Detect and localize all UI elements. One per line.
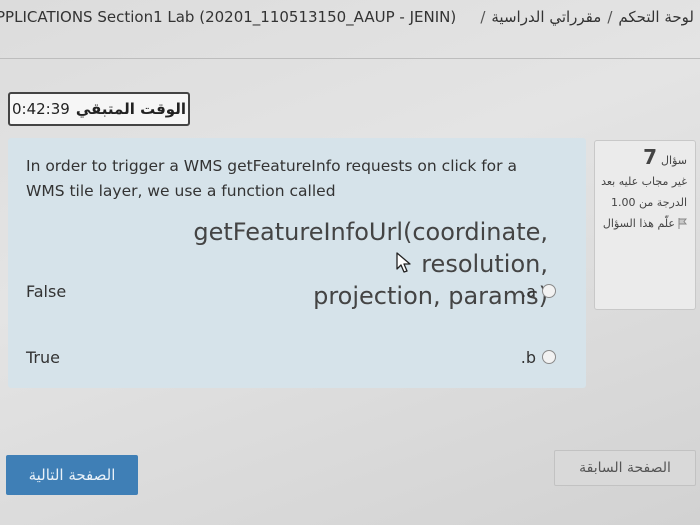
previous-page-button[interactable]: الصفحة السابقة	[554, 450, 696, 486]
breadcrumb-separator: /	[607, 8, 613, 26]
header-divider	[0, 58, 700, 59]
answer-selector: .a	[521, 282, 556, 301]
breadcrumb-parents: / مقرراتي الدراسية / لوحة التحكم	[474, 8, 694, 26]
question-number-label: سؤال	[661, 154, 687, 167]
breadcrumb-dashboard-link[interactable]: لوحة التحكم	[618, 8, 694, 26]
question-number: سؤال7	[601, 147, 687, 169]
flag-icon	[678, 218, 687, 229]
question-info-panel: سؤال7 غير مجاب عليه بعد الدرجة من 1.00 ع…	[594, 140, 696, 310]
answer-letter: .a	[521, 281, 536, 301]
question-text: In order to trigger a WMS getFeatureInfo…	[26, 157, 517, 200]
answer-option-a[interactable]: False .a	[26, 278, 556, 304]
radio-button-a[interactable]	[542, 284, 556, 298]
breadcrumb: PPLICATIONS Section1 Lab (20201_11051315…	[0, 0, 700, 34]
question-panel: In order to trigger a WMS getFeatureInfo…	[8, 138, 586, 388]
answer-letter: .b	[520, 347, 536, 367]
question-grade: الدرجة من 1.00	[611, 196, 687, 209]
radio-button-b[interactable]	[542, 350, 556, 364]
time-remaining-value: 0:42:39	[12, 100, 70, 118]
breadcrumb-separator: /	[480, 8, 486, 26]
question-code-line-1: getFeatureInfoUrl(coordinate, resolution…	[193, 218, 548, 278]
question-number-value: 7	[643, 145, 658, 169]
next-page-button[interactable]: الصفحة التالية	[6, 455, 138, 495]
mouse-pointer-icon	[396, 252, 411, 273]
answer-text: True	[26, 347, 60, 367]
answer-selector: .b	[521, 348, 556, 367]
flag-question-label: علّم هذا السؤال	[602, 217, 675, 230]
time-remaining-label: الوقت المتبقي	[75, 100, 186, 118]
time-remaining-box: 0:42:39 الوقت المتبقي	[8, 92, 190, 126]
answer-option-b[interactable]: True .b	[26, 344, 556, 370]
flag-question-link[interactable]: علّم هذا السؤال	[601, 215, 687, 232]
question-status: غير مجاب عليه بعد	[601, 175, 687, 188]
answer-text: False	[26, 281, 67, 301]
breadcrumb-course-link[interactable]: PPLICATIONS Section1 Lab (20201_11051315…	[0, 8, 456, 26]
breadcrumb-my-courses-link[interactable]: مقرراتي الدراسية	[491, 8, 601, 26]
